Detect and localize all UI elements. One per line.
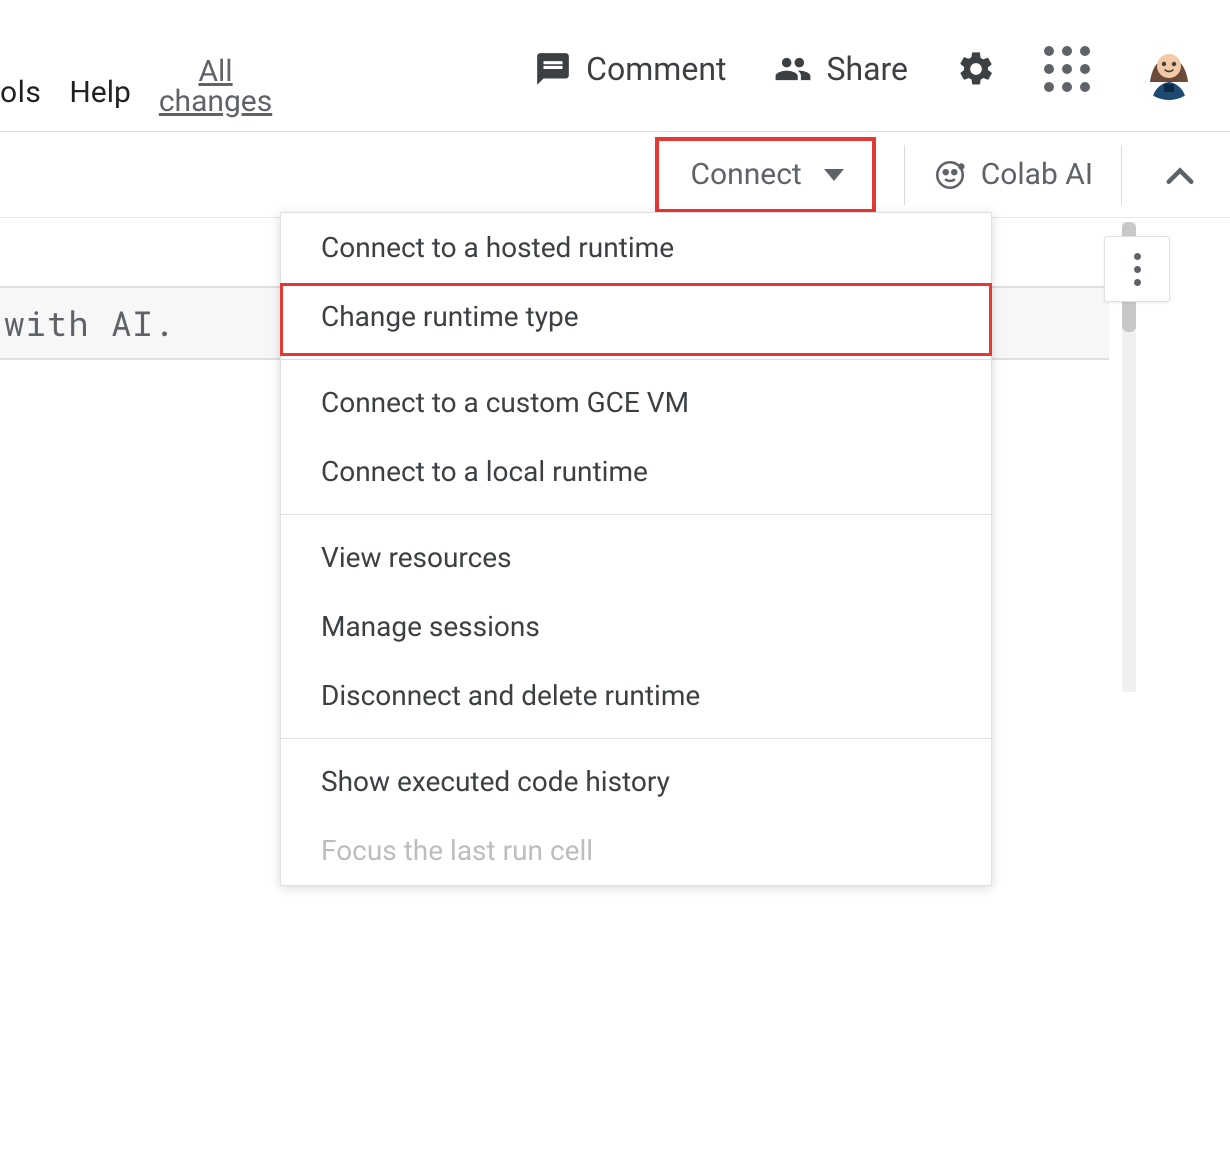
toolbar-divider — [904, 145, 905, 205]
collapse-button[interactable] — [1150, 147, 1210, 203]
comment-icon — [534, 50, 572, 88]
ai-face-icon — [933, 158, 967, 192]
toolbar-divider — [1121, 145, 1122, 205]
dropdown-arrow-icon — [824, 168, 844, 182]
gear-icon — [956, 49, 996, 89]
connect-button[interactable]: Connect — [655, 137, 876, 213]
menu-item-help[interactable]: Help — [69, 75, 130, 110]
dd-show-history[interactable]: Show executed code history — [281, 747, 991, 816]
share-label: Share — [826, 50, 908, 88]
menu-item-tools-partial[interactable]: ols — [0, 75, 41, 110]
menu-item-all-changes[interactable]: All changes — [159, 57, 272, 117]
cell-overflow-button[interactable] — [1104, 236, 1170, 302]
more-vert-icon — [1133, 253, 1141, 286]
dd-disconnect-delete[interactable]: Disconnect and delete runtime — [281, 661, 991, 730]
header: ols Help All changes Comment Share — [0, 0, 1230, 132]
menubar-partial: ols Help All changes — [0, 75, 272, 117]
chevron-up-icon — [1166, 166, 1194, 184]
comment-label: Comment — [586, 50, 726, 88]
dd-focus-last-cell: Focus the last run cell — [281, 816, 991, 885]
dropdown-divider — [281, 359, 991, 360]
avatar-icon — [1138, 38, 1200, 100]
share-button[interactable]: Share — [774, 50, 908, 88]
dd-view-resources[interactable]: View resources — [281, 523, 991, 592]
comment-button[interactable]: Comment — [534, 50, 726, 88]
apps-dot-icon — [1044, 46, 1054, 56]
dropdown-divider — [281, 738, 991, 739]
dd-connect-gce[interactable]: Connect to a custom GCE VM — [281, 368, 991, 437]
header-actions: Comment Share — [534, 38, 1200, 100]
toolbar: Connect Colab AI — [0, 132, 1230, 218]
dd-manage-sessions[interactable]: Manage sessions — [281, 592, 991, 661]
connect-dropdown: Connect to a hosted runtime Change runti… — [280, 212, 992, 886]
dd-change-runtime-type[interactable]: Change runtime type — [281, 282, 991, 351]
dropdown-divider — [281, 514, 991, 515]
account-avatar[interactable] — [1138, 38, 1200, 100]
dd-connect-local[interactable]: Connect to a local runtime — [281, 437, 991, 506]
google-apps-button[interactable] — [1044, 46, 1090, 92]
settings-button[interactable] — [956, 49, 996, 89]
colab-ai-label: Colab AI — [981, 157, 1093, 192]
colab-ai-button[interactable]: Colab AI — [927, 157, 1099, 192]
connect-label: Connect — [691, 157, 802, 192]
dd-connect-hosted[interactable]: Connect to a hosted runtime — [281, 213, 991, 282]
people-icon — [774, 50, 812, 88]
